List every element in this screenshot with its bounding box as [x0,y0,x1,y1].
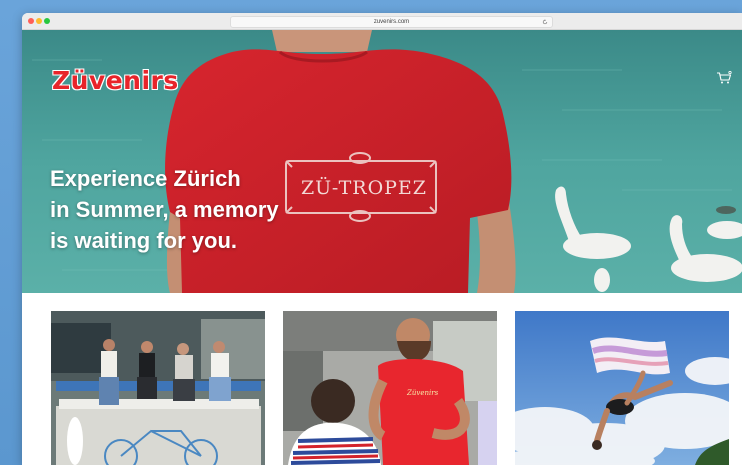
hero-headline-line-1: Experience Zürich [50,166,241,191]
friends-photo [51,311,265,465]
window-close-button[interactable] [28,18,34,24]
hero-banner: ZÜ-TROPEZ Züvenirs Experience Zürich in … [22,30,742,293]
hero-headline: Experience Zürich in Summer, a memory is… [50,163,320,256]
window-maximize-button[interactable] [44,18,50,24]
desktop-background: zuvenirs.com ZÜ-TROPEZ Züvenirs Experien… [0,0,742,465]
barber-shirt-print: Züvenirs [407,389,439,397]
cart-icon[interactable] [716,71,732,85]
jumper-photo [515,311,729,465]
hero-headline-line-3: is waiting for you. [50,228,238,253]
hero-headline-line-2: in Summer, a memory [50,197,279,222]
photo-card-barber[interactable]: Züvenirs [283,311,497,465]
address-bar-url: zuvenirs.com [373,19,410,25]
photo-card-friends[interactable] [51,311,265,465]
photo-card-jumper[interactable] [515,311,729,465]
browser-window: zuvenirs.com ZÜ-TROPEZ Züvenirs Experien… [22,13,742,465]
product-card-grid: Züvenirs [22,293,742,465]
barber-photo [283,311,497,465]
address-bar[interactable]: zuvenirs.com [230,16,553,28]
site-logo[interactable]: Züvenirs [52,66,179,95]
reload-icon[interactable] [542,19,548,25]
window-minimize-button[interactable] [36,18,42,24]
browser-titlebar: zuvenirs.com [22,13,742,30]
